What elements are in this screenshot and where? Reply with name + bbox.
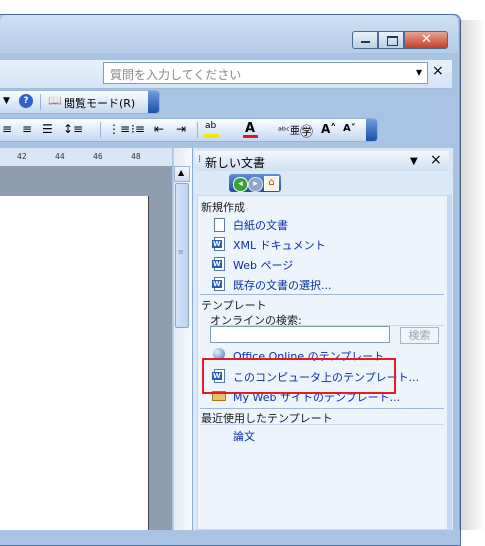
dropdown-arrow-icon[interactable]: ▼ [3,96,10,106]
scroll-up-button[interactable]: ▲ [174,166,190,182]
highlight-icon[interactable]: ab [204,121,220,138]
maximize-button[interactable] [378,31,404,49]
align-right-icon[interactable]: ≡ [2,122,12,136]
link-web-page[interactable]: Web ページ [233,257,293,273]
window-shadow [459,20,485,530]
toolbar-options-icon[interactable] [148,91,159,113]
close-icon: ✕ [421,32,432,47]
divider [197,122,198,138]
distributed-icon[interactable]: ☰ [42,122,53,136]
numbering-icon[interactable]: ⋮≡ [108,122,130,136]
task-pane-close-icon[interactable]: × [430,152,442,168]
book-icon: 📖 [48,94,62,107]
toolbar-options-icon[interactable] [366,119,377,141]
link-xml-document[interactable]: XML ドキュメント [233,237,326,253]
blank-document-icon [214,218,225,232]
formatting-toolbar: ≡ ≡ ☰ ↕≡ ⋮≡ ⁝≡ ⇤ ⇥ ab A ᵃᵇᶜ亜 ㊫ A˄ A˅ [0,118,378,142]
highlight-annotation [202,358,396,394]
xml-document-icon [212,237,225,251]
web-page-icon [212,257,225,271]
search-button[interactable]: 検索 [400,327,439,344]
divider [200,424,444,425]
grow-font-icon[interactable]: A˄ [321,122,336,136]
task-pane-menu-icon[interactable]: ▼ [410,156,418,167]
ruler-mark: 46 [93,152,103,161]
horizontal-ruler[interactable]: 42 44 46 48 [0,148,172,167]
minimize-button[interactable] [352,31,378,49]
phonetic-guide-icon[interactable]: ᵃᵇᶜ亜 [278,122,300,137]
grip-icon[interactable]: ⁞ [198,154,201,165]
section-heading-template: テンプレート [201,299,267,312]
standard-toolbar: ▼ ? 📖 閲覧モード(R) [0,90,160,114]
divider [200,294,444,295]
task-pane-scrollbar[interactable] [448,195,452,530]
reading-mode-label: 閲覧モード(R) [64,97,136,110]
link-choose-existing[interactable]: 既存の文書の選択... [233,277,332,293]
justify-icon[interactable]: ≡ [22,122,32,136]
existing-document-icon [212,277,225,291]
increase-indent-icon[interactable]: ⇥ [176,122,186,136]
help-icon[interactable]: ? [19,94,33,108]
help-search-input[interactable]: 質問を入力してください [103,62,428,84]
divider [200,408,444,409]
font-color-icon[interactable]: A [243,121,259,139]
decrease-indent-icon[interactable]: ⇤ [154,122,164,136]
divider [40,94,41,110]
document-page[interactable] [0,196,149,530]
close-document-icon[interactable]: × [432,63,444,79]
enclose-characters-icon[interactable]: ㊫ [300,121,313,140]
grip-icon: ≡ [178,248,184,256]
ruler-mark: 44 [55,152,65,161]
forward-icon[interactable]: ▸ [248,177,263,192]
link-recent-template[interactable]: 論文 [233,428,255,444]
link-blank-document[interactable]: 白紙の文書 [233,217,288,233]
online-search-input[interactable] [210,326,390,343]
scrollbar-thumb[interactable]: ≡ [175,183,189,328]
section-heading-new: 新規作成 [201,201,245,214]
scroll-up-icon: ▲ [178,168,185,177]
home-icon[interactable]: ⌂ [264,176,279,191]
back-icon[interactable]: ◂ [233,177,248,192]
help-dropdown-icon[interactable]: ▾ [416,65,422,79]
task-pane-title: 新しい文書 [205,156,266,170]
ruler-mark: 48 [131,152,141,161]
maximize-icon [387,36,398,46]
ruler-mark: 42 [17,152,27,161]
divider [100,122,101,138]
minimize-icon [361,41,370,43]
close-window-button[interactable]: ✕ [404,31,448,49]
shrink-font-icon[interactable]: A˅ [343,123,356,134]
bullets-icon[interactable]: ⁝≡ [131,122,145,136]
line-spacing-icon[interactable]: ↕≡ [63,122,83,136]
